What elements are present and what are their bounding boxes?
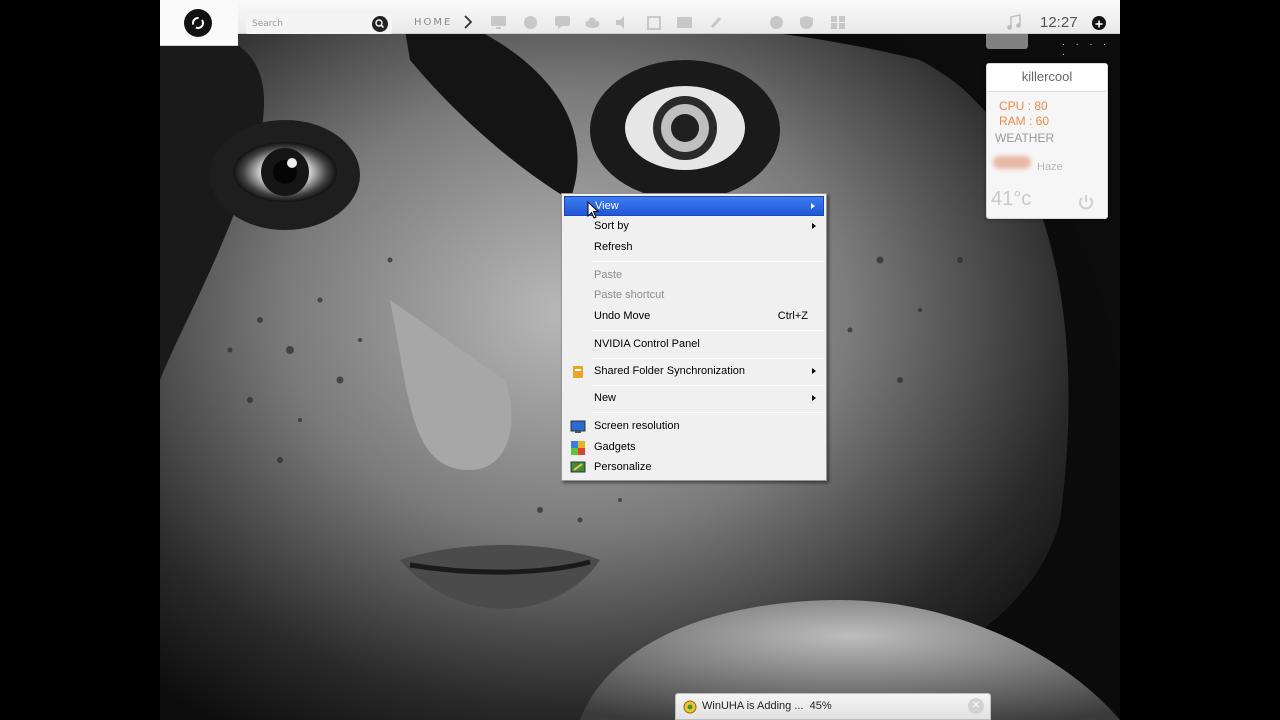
winuha-progress-toast[interactable]: WinUHA is Adding ... 45% ✕ [675, 693, 991, 720]
temperature: 41°c [991, 188, 1032, 210]
system-widget: killercool CPU : 80 RAM : 60 WEATHER Haz… [986, 63, 1108, 219]
gadgets-icon [571, 441, 585, 455]
weather-condition: Haze [1037, 161, 1063, 173]
edit-dock-icon[interactable] [646, 15, 663, 30]
top-bar: HOME 12:27 [160, 0, 1120, 46]
shield-dock-icon[interactable] [798, 15, 815, 30]
toast-text: WinUHA is Adding ... 45% [702, 700, 832, 712]
monitor-icon [570, 420, 586, 433]
winuha-icon [683, 700, 697, 714]
power-icon[interactable] [1077, 193, 1095, 211]
menu-item-screen-resolution[interactable]: Screen resolution [564, 417, 824, 437]
grid-dock-icon[interactable] [830, 15, 847, 30]
cloud-dock-icon[interactable] [584, 15, 601, 30]
menu-item-view[interactable]: View [564, 196, 824, 216]
clock: 12:27 [1040, 14, 1078, 31]
widget-tab[interactable] [986, 33, 1028, 49]
menu-separator [592, 385, 824, 386]
menu-item-shared-folder-sync[interactable]: Shared Folder Synchronization [564, 362, 824, 382]
menu-item-personalize[interactable]: Personalize [564, 458, 824, 478]
menu-item-sort-by[interactable]: Sort by [564, 217, 824, 237]
search-input[interactable] [252, 17, 362, 31]
start-button[interactable] [184, 9, 212, 37]
widget-username: killercool [987, 64, 1107, 92]
skype-dock-icon[interactable] [768, 15, 785, 30]
submenu-arrow-icon [812, 223, 816, 229]
menu-separator [592, 358, 824, 359]
desktop[interactable]: HOME 12:27 . . . . . killercool CPU : 80… [160, 0, 1120, 720]
menu-item-paste: Paste [594, 269, 623, 281]
speaker-dock-icon[interactable] [614, 15, 631, 30]
menu-item-new[interactable]: New [564, 389, 824, 409]
globe-dock-icon[interactable] [522, 15, 539, 30]
menu-item-refresh[interactable]: Refresh [564, 238, 824, 258]
refresh-icon [192, 17, 204, 29]
chevron-right-icon[interactable] [462, 15, 474, 29]
menu-item-gadgets[interactable]: Gadgets [564, 438, 824, 458]
home-label[interactable]: HOME [414, 17, 452, 28]
add-icon[interactable] [1092, 16, 1106, 30]
menu-shortcut: Ctrl+Z [777, 310, 808, 322]
widget-dots: . . . . . [1062, 38, 1111, 58]
search-box[interactable] [246, 14, 392, 34]
submenu-arrow-icon [811, 203, 815, 209]
mouse-cursor-icon [587, 201, 599, 219]
personalize-icon [570, 461, 586, 473]
submenu-arrow-icon [812, 368, 816, 374]
menu-separator [592, 330, 824, 331]
ram-stat: RAM : 60 [999, 114, 1050, 128]
chat-dock-icon[interactable] [554, 15, 571, 30]
music-icon[interactable] [1006, 14, 1022, 31]
menu-item-paste-shortcut: Paste shortcut [594, 289, 665, 301]
menu-item-undo-move[interactable]: Undo Move Ctrl+Z [564, 307, 824, 327]
image-dock-icon[interactable] [676, 15, 693, 30]
monitor-dock-icon[interactable] [490, 15, 507, 30]
sync-folder-icon [573, 366, 583, 378]
desktop-context-menu: View Sort by Refresh Paste Paste shortcu… [561, 193, 827, 481]
menu-separator [592, 412, 824, 413]
haze-icon [993, 156, 1031, 169]
search-icon[interactable] [372, 16, 388, 32]
submenu-arrow-icon [812, 395, 816, 401]
weather-label: WEATHER [995, 131, 1055, 145]
close-icon[interactable]: ✕ [968, 698, 984, 714]
menu-separator [592, 261, 824, 262]
paperclip-dock-icon[interactable] [708, 15, 725, 30]
menu-item-nvidia-control-panel[interactable]: NVIDIA Control Panel [564, 335, 824, 355]
cpu-stat: CPU : 80 [999, 99, 1048, 113]
